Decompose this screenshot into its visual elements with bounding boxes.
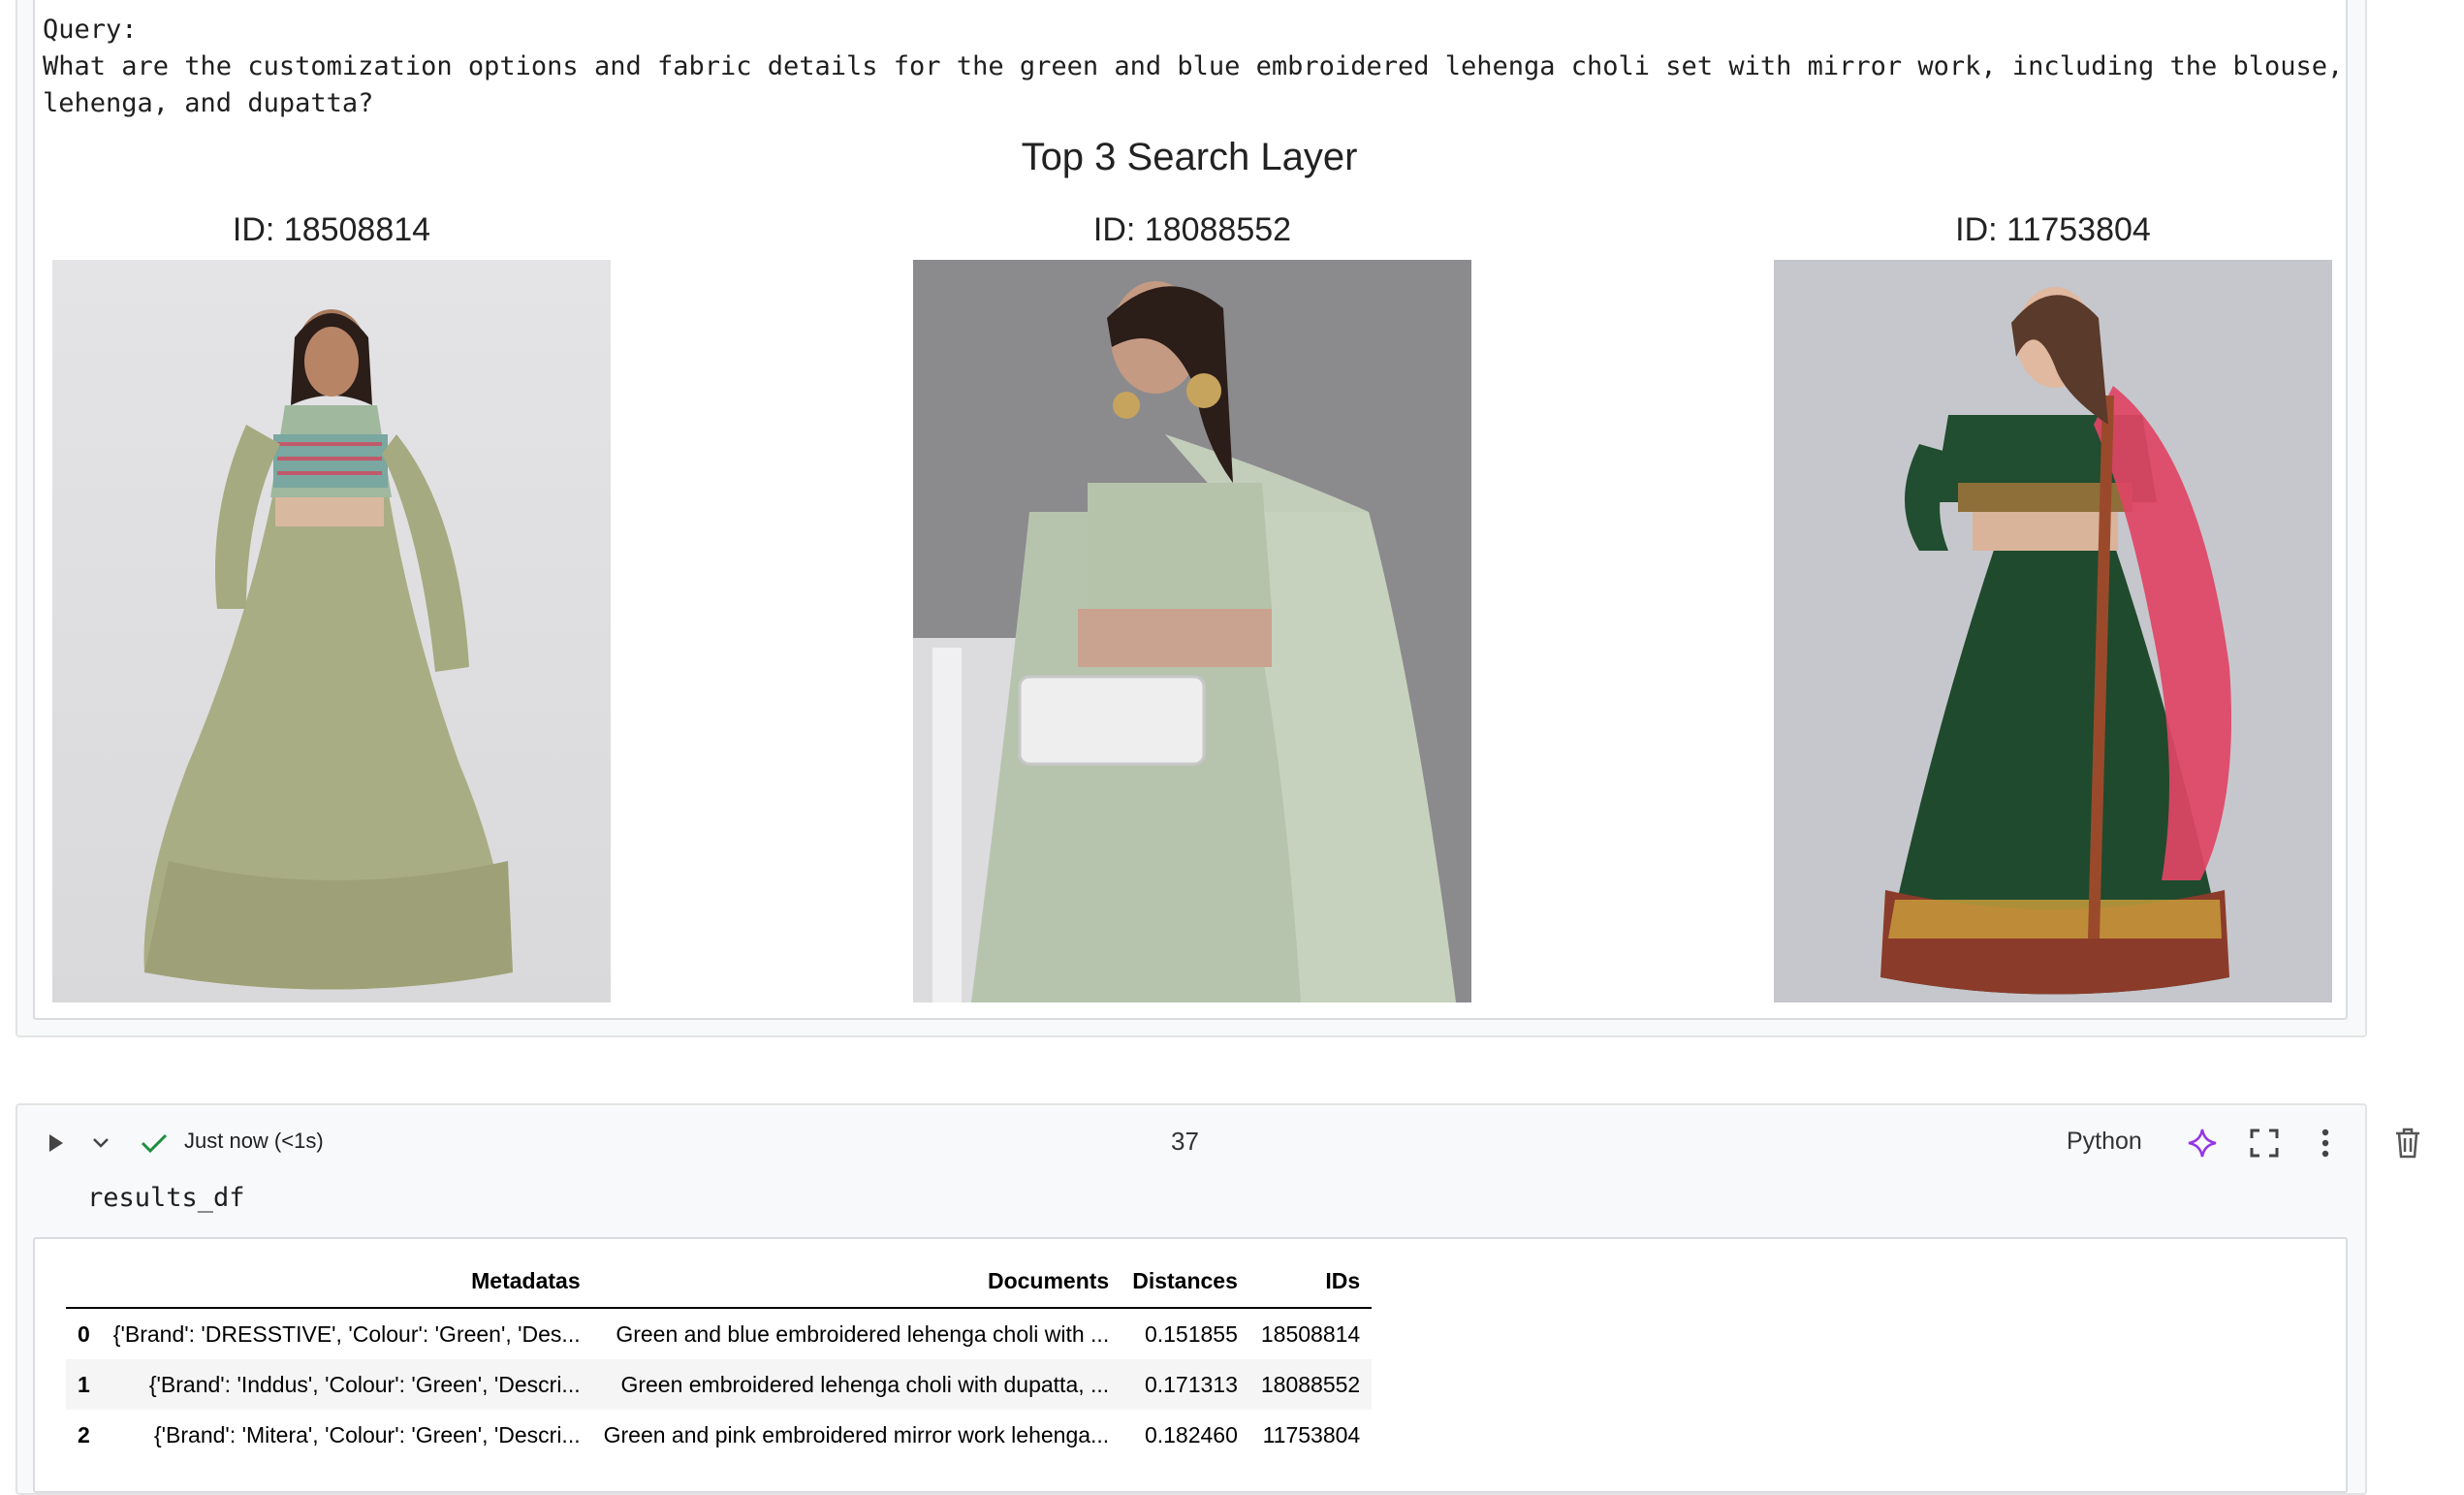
more-vert-icon[interactable] bbox=[2309, 1121, 2342, 1165]
cell-distances: 0.151855 bbox=[1144, 1320, 1238, 1347]
cell-distances: 0.182460 bbox=[1144, 1421, 1238, 1447]
figure-title: Top 3 Search Layer bbox=[1021, 136, 1358, 178]
table-row: 2 {'Brand': 'Mitera', 'Colour': 'Green',… bbox=[66, 1410, 1372, 1460]
column-header-metadatas: Metadatas bbox=[101, 1256, 592, 1309]
product-image-1 bbox=[52, 260, 611, 1002]
expand-icon[interactable] bbox=[2245, 1121, 2284, 1165]
cell-metadatas: {'Brand': 'Inddus', 'Colour': 'Green', '… bbox=[101, 1359, 592, 1410]
table-row: 1 {'Brand': 'Inddus', 'Colour': 'Green',… bbox=[66, 1359, 1373, 1410]
cell-distances: 0.171313 bbox=[1121, 1359, 1249, 1410]
cell-metadatas: {'Brand': 'DRESSTIVE', 'Colour': 'Green'… bbox=[112, 1320, 581, 1347]
table-header-row: Metadatas Documents Distances IDs bbox=[66, 1256, 1373, 1309]
row-index: 0 bbox=[78, 1320, 90, 1347]
result-title-2: ID: 18088552 bbox=[1092, 211, 1292, 248]
sparkle-icon[interactable] bbox=[2183, 1121, 2222, 1165]
trash-icon[interactable] bbox=[2388, 1121, 2427, 1165]
result-title-1: ID: 18508814 bbox=[232, 211, 431, 248]
product-image-2 bbox=[913, 260, 1471, 1002]
cell-ids: 18088552 bbox=[1248, 1359, 1373, 1410]
execution-status: Just now (<1s) bbox=[184, 1129, 324, 1153]
code-source[interactable]: results_df bbox=[87, 1183, 245, 1213]
execution-count: 37 bbox=[1171, 1127, 1199, 1156]
cell-documents: Green and blue embroidered lehenga choli… bbox=[616, 1320, 1110, 1347]
cell-documents: Green embroidered lehenga choli with dup… bbox=[591, 1359, 1121, 1410]
column-header-documents: Documents bbox=[591, 1256, 1121, 1309]
query-label: Query: bbox=[43, 15, 138, 45]
results-dataframe: Metadatas Documents Distances IDs 0 {'Br… bbox=[66, 1256, 1373, 1460]
column-header-ids: IDs bbox=[1248, 1256, 1373, 1309]
result-title-3: ID: 11753804 bbox=[1955, 211, 2151, 248]
row-index: 2 bbox=[78, 1421, 90, 1447]
column-header-index bbox=[66, 1256, 102, 1309]
cell-metadatas: {'Brand': 'Mitera', 'Colour': 'Green', '… bbox=[153, 1421, 581, 1447]
row-index: 1 bbox=[66, 1359, 102, 1410]
cell-ids: 18508814 bbox=[1260, 1320, 1361, 1347]
query-text: What are the customization options and f… bbox=[43, 51, 2344, 118]
table-row: 0 {'Brand': 'DRESSTIVE', 'Colour': 'Gree… bbox=[66, 1308, 1372, 1359]
language-label[interactable]: Python bbox=[2067, 1128, 2142, 1156]
run-icon[interactable] bbox=[43, 1123, 70, 1163]
column-header-distances: Distances bbox=[1121, 1256, 1249, 1309]
cell-documents: Green and pink embroidered mirror work l… bbox=[603, 1421, 1110, 1447]
cell-ids: 11753804 bbox=[1262, 1421, 1361, 1447]
chevron-down-icon[interactable] bbox=[87, 1123, 114, 1163]
product-image-3 bbox=[1774, 260, 2332, 1002]
check-icon bbox=[138, 1123, 171, 1163]
